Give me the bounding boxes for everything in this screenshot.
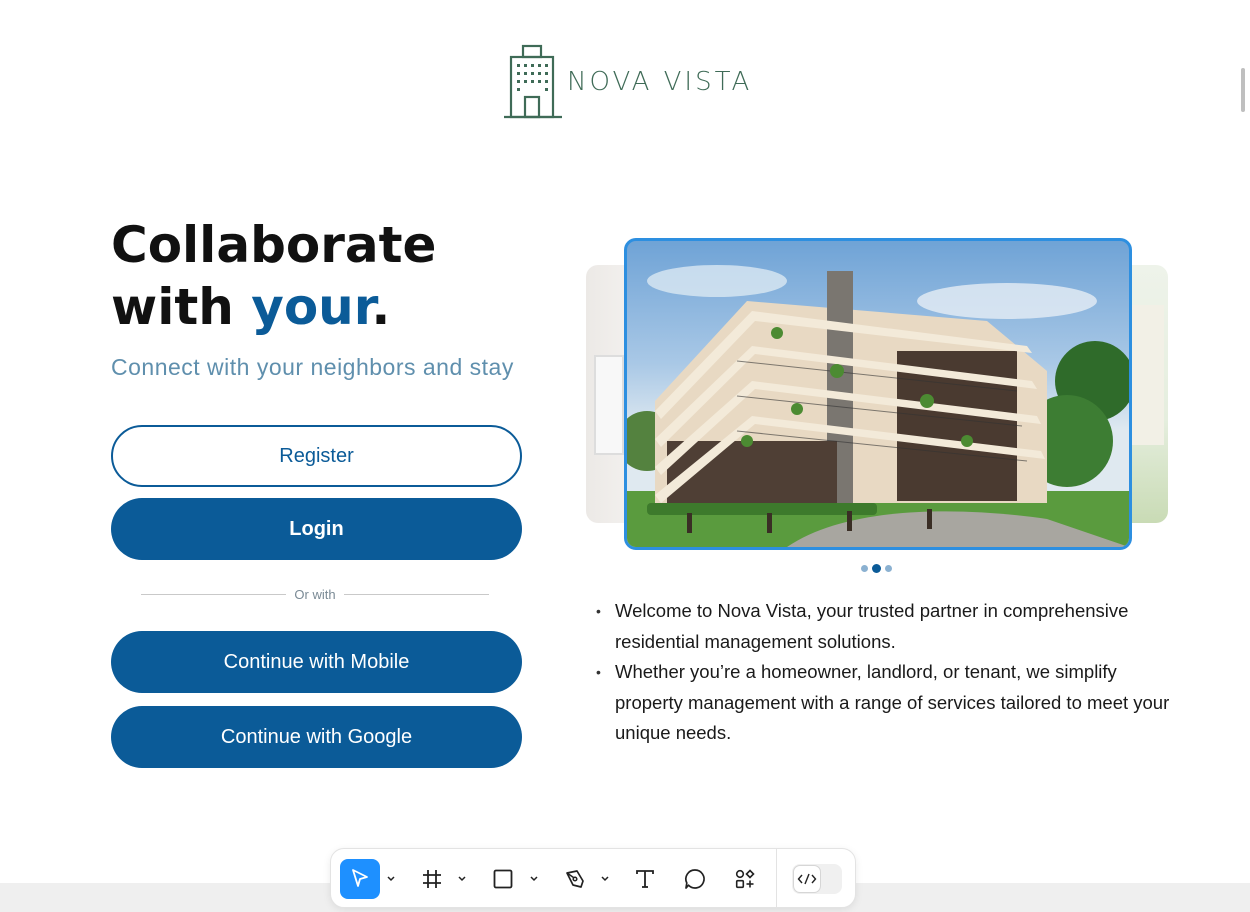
rectangle-tool-button[interactable] xyxy=(483,859,523,899)
pen-tool-button[interactable] xyxy=(555,859,595,899)
move-tool-button[interactable] xyxy=(340,859,380,899)
chevron-down-icon xyxy=(458,876,466,882)
bullet-item: Welcome to Nova Vista, your trusted part… xyxy=(596,596,1171,657)
carousel-dot-2[interactable] xyxy=(872,564,881,573)
carousel-indicators xyxy=(861,564,892,573)
dev-mode-toggle[interactable] xyxy=(792,864,842,894)
chevron-down-icon xyxy=(601,876,609,882)
move-tool-chevron[interactable] xyxy=(385,869,397,889)
continue-google-button[interactable]: Continue with Google xyxy=(111,706,522,768)
pen-tool-chevron[interactable] xyxy=(599,869,611,889)
bullet-item: Whether you’re a homeowner, landlord, or… xyxy=(596,657,1171,749)
hero-title-prefix: with xyxy=(111,278,252,336)
actions-icon xyxy=(735,869,755,889)
brand-name: NOVA VISTA xyxy=(567,67,753,97)
or-divider: Or with xyxy=(141,584,490,604)
toolbar-separator xyxy=(776,849,777,909)
comment-icon xyxy=(685,869,705,889)
carousel-active-slide[interactable] xyxy=(624,238,1132,550)
rectangle-tool-chevron[interactable] xyxy=(528,869,540,889)
continue-mobile-button[interactable]: Continue with Mobile xyxy=(111,631,522,693)
frame-tool-chevron[interactable] xyxy=(456,869,468,889)
frame-tool-button[interactable] xyxy=(412,859,452,899)
register-button[interactable]: Register xyxy=(111,425,522,487)
hero-title-line1: Collaborate xyxy=(111,216,437,274)
text-tool-button[interactable] xyxy=(625,859,665,899)
hero-title-accent: your xyxy=(251,278,372,336)
code-icon xyxy=(797,873,817,885)
carousel-dot-1[interactable] xyxy=(861,565,868,572)
building-icon xyxy=(504,44,562,119)
hero-title: Collaborate with your. xyxy=(111,214,436,338)
apartment-building-image xyxy=(627,265,1129,547)
text-icon xyxy=(636,870,654,888)
chevron-down-icon xyxy=(530,876,538,882)
interior-picture-frame xyxy=(594,355,624,455)
divider-line-left xyxy=(141,593,287,595)
pen-icon xyxy=(566,870,584,888)
brand-logo: NOVA VISTA xyxy=(503,43,749,119)
design-toolbar xyxy=(330,848,856,909)
divider-label: Or with xyxy=(294,586,336,602)
dev-mode-knob xyxy=(793,865,821,893)
hero-subtitle: Connect with your neighbors and stay xyxy=(111,354,514,380)
comment-tool-button[interactable] xyxy=(675,859,715,899)
hero-title-suffix: . xyxy=(371,278,391,336)
house-facade xyxy=(1130,305,1164,445)
actions-tool-button[interactable] xyxy=(725,859,765,899)
frame-icon xyxy=(423,870,441,888)
rectangle-icon xyxy=(493,869,513,889)
move-icon xyxy=(352,869,368,887)
feature-bullets: Welcome to Nova Vista, your trusted part… xyxy=(596,596,1171,749)
scrollbar-thumb[interactable] xyxy=(1241,68,1245,112)
login-button[interactable]: Login xyxy=(111,498,522,560)
chevron-down-icon xyxy=(387,876,395,882)
divider-line-right xyxy=(343,593,490,595)
carousel-dot-3[interactable] xyxy=(885,565,892,572)
